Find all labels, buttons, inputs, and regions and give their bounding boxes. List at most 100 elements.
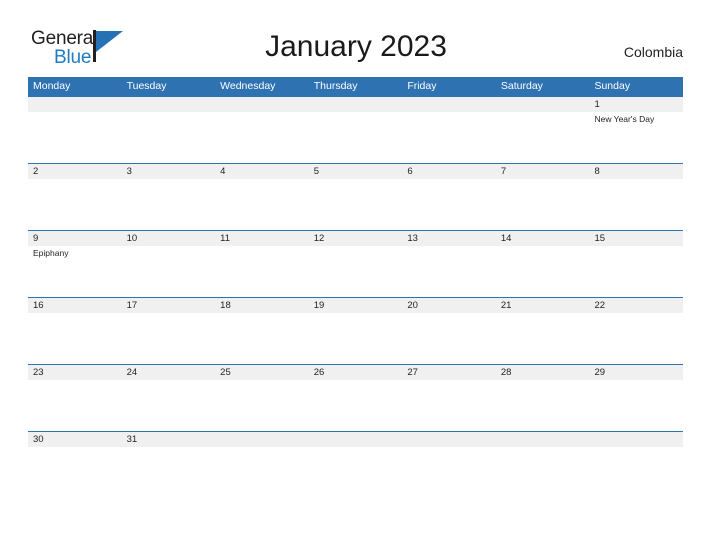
day-cell[interactable]: 5 bbox=[309, 164, 403, 230]
day-number: 26 bbox=[313, 367, 325, 378]
day-events: Epiphany bbox=[33, 246, 122, 259]
day-cell[interactable]: 13 bbox=[402, 231, 496, 297]
day-cell[interactable]: 28 bbox=[496, 365, 590, 431]
page-title: January 2023 bbox=[265, 30, 447, 63]
country-label: Colombia bbox=[623, 44, 683, 60]
day-cell[interactable]: 1 New Year's Day bbox=[589, 97, 683, 163]
weekday-header-friday: Friday bbox=[407, 80, 437, 92]
day-cell[interactable]: 31 bbox=[122, 432, 216, 461]
day-cell[interactable]: 30 bbox=[28, 432, 122, 461]
day-number: 10 bbox=[126, 233, 138, 244]
day-number: 20 bbox=[407, 300, 418, 311]
day-number: 7 bbox=[500, 166, 507, 177]
day-cell[interactable]: 3 bbox=[122, 164, 216, 230]
day-cell[interactable]: 7 bbox=[496, 164, 590, 230]
day-number: 28 bbox=[500, 367, 512, 378]
day-cell[interactable]: 29 bbox=[589, 365, 683, 431]
holiday-label: New Year's Day bbox=[594, 114, 655, 124]
day-number: 19 bbox=[313, 300, 325, 311]
day-cell[interactable]: 12 bbox=[309, 231, 403, 297]
day-cell[interactable]: 9 Epiphany bbox=[28, 231, 122, 297]
day-number: 1 bbox=[594, 99, 600, 110]
day-cell-empty bbox=[215, 97, 309, 163]
calendar-week-row: 2 3 4 5 6 7 8 bbox=[28, 163, 683, 230]
day-cell-empty bbox=[589, 432, 683, 461]
calendar-grid: Monday Tuesday Wednesday Thursday Friday Satu… bbox=[28, 77, 683, 461]
day-cell[interactable]: 10 bbox=[122, 231, 216, 297]
day-cell-empty bbox=[496, 97, 590, 163]
week-day-cells: 23 24 25 26 27 28 29 bbox=[28, 365, 683, 431]
day-number: 13 bbox=[407, 233, 418, 244]
day-number: 6 bbox=[407, 166, 413, 177]
day-cell[interactable]: 21 bbox=[496, 298, 590, 364]
day-cell[interactable]: 20 bbox=[402, 298, 496, 364]
weekday-header-wednesday: Wednesday bbox=[220, 80, 276, 92]
week-day-cells: 9 Epiphany 10 11 12 13 14 15 bbox=[28, 231, 683, 297]
holiday-label: Epiphany bbox=[33, 248, 69, 258]
day-cell-empty bbox=[402, 97, 496, 163]
weekday-header-thursday: Thursday bbox=[313, 80, 358, 92]
day-cell[interactable]: 25 bbox=[215, 365, 309, 431]
day-cell[interactable]: 6 bbox=[402, 164, 496, 230]
day-cell[interactable]: 16 bbox=[28, 298, 122, 364]
day-cell-empty bbox=[122, 97, 216, 163]
week-day-cells: 30 31 bbox=[28, 432, 683, 461]
day-cell-empty bbox=[402, 432, 496, 461]
day-number: 9 bbox=[33, 233, 39, 244]
day-cell[interactable]: 19 bbox=[309, 298, 403, 364]
day-number: 15 bbox=[594, 233, 606, 244]
day-number: 16 bbox=[33, 300, 44, 311]
day-number: 27 bbox=[407, 367, 418, 378]
weekday-header-saturday: Saturday bbox=[500, 80, 543, 92]
day-number: 11 bbox=[220, 233, 231, 244]
day-cell[interactable]: 2 bbox=[28, 164, 122, 230]
day-cell[interactable]: 23 bbox=[28, 365, 122, 431]
day-number: 22 bbox=[594, 300, 606, 311]
day-cell-empty bbox=[309, 97, 403, 163]
day-cell[interactable]: 8 bbox=[589, 164, 683, 230]
day-number: 21 bbox=[500, 300, 512, 311]
weekday-header-sunday: Sunday bbox=[594, 80, 631, 92]
day-number: 18 bbox=[220, 300, 231, 311]
weekday-header-row: Monday Tuesday Wednesday Thursday Friday Satu… bbox=[28, 77, 683, 96]
day-number: 30 bbox=[33, 434, 44, 445]
day-cell[interactable]: 27 bbox=[402, 365, 496, 431]
calendar-week-row: 16 17 18 19 20 21 22 bbox=[28, 297, 683, 364]
day-number: 8 bbox=[594, 166, 600, 177]
day-cell[interactable]: 4 bbox=[215, 164, 309, 230]
day-number: 24 bbox=[126, 367, 138, 378]
day-number: 2 bbox=[33, 166, 39, 177]
day-number: 25 bbox=[220, 367, 231, 378]
calendar-week-row: 30 31 bbox=[28, 431, 683, 461]
day-cell[interactable]: 18 bbox=[215, 298, 309, 364]
day-cell[interactable]: 24 bbox=[122, 365, 216, 431]
day-cell[interactable]: 11 bbox=[215, 231, 309, 297]
day-cell[interactable]: 22 bbox=[589, 298, 683, 364]
day-cell[interactable]: 15 bbox=[589, 231, 683, 297]
day-cell-empty bbox=[28, 97, 122, 163]
week-day-cells: 1 New Year's Day bbox=[28, 97, 683, 163]
day-number: 14 bbox=[500, 233, 512, 244]
calendar-page: General Blue January 2023 Colombia Monda… bbox=[0, 0, 712, 550]
day-cell-empty bbox=[496, 432, 590, 461]
day-cell[interactable]: 17 bbox=[122, 298, 216, 364]
week-day-cells: 16 17 18 19 20 21 22 bbox=[28, 298, 683, 364]
day-cell-empty bbox=[215, 432, 309, 461]
day-number: 4 bbox=[220, 166, 226, 177]
day-cell[interactable]: 26 bbox=[309, 365, 403, 431]
day-number: 31 bbox=[126, 434, 138, 445]
day-number: 23 bbox=[33, 367, 44, 378]
day-cell-empty bbox=[309, 432, 403, 461]
day-cell[interactable]: 14 bbox=[496, 231, 590, 297]
page-header: General Blue January 2023 Colombia bbox=[0, 0, 712, 76]
calendar-weeks: 1 New Year's Day 2 3 4 5 6 7 8 9 Epiphany 10 11 12 13 1… bbox=[28, 96, 683, 461]
week-day-cells: 2 3 4 5 6 7 8 bbox=[28, 164, 683, 230]
weekday-header-monday: Monday bbox=[33, 80, 71, 92]
calendar-week-row: 9 Epiphany 10 11 12 13 14 15 bbox=[28, 230, 683, 297]
calendar-week-row: 23 24 25 26 27 28 29 bbox=[28, 364, 683, 431]
day-number: 29 bbox=[594, 367, 606, 378]
calendar-week-row: 1 New Year's Day bbox=[28, 96, 683, 163]
weekday-header-tuesday: Tuesday bbox=[126, 80, 167, 92]
day-number: 12 bbox=[313, 233, 325, 244]
day-number: 17 bbox=[126, 300, 138, 311]
